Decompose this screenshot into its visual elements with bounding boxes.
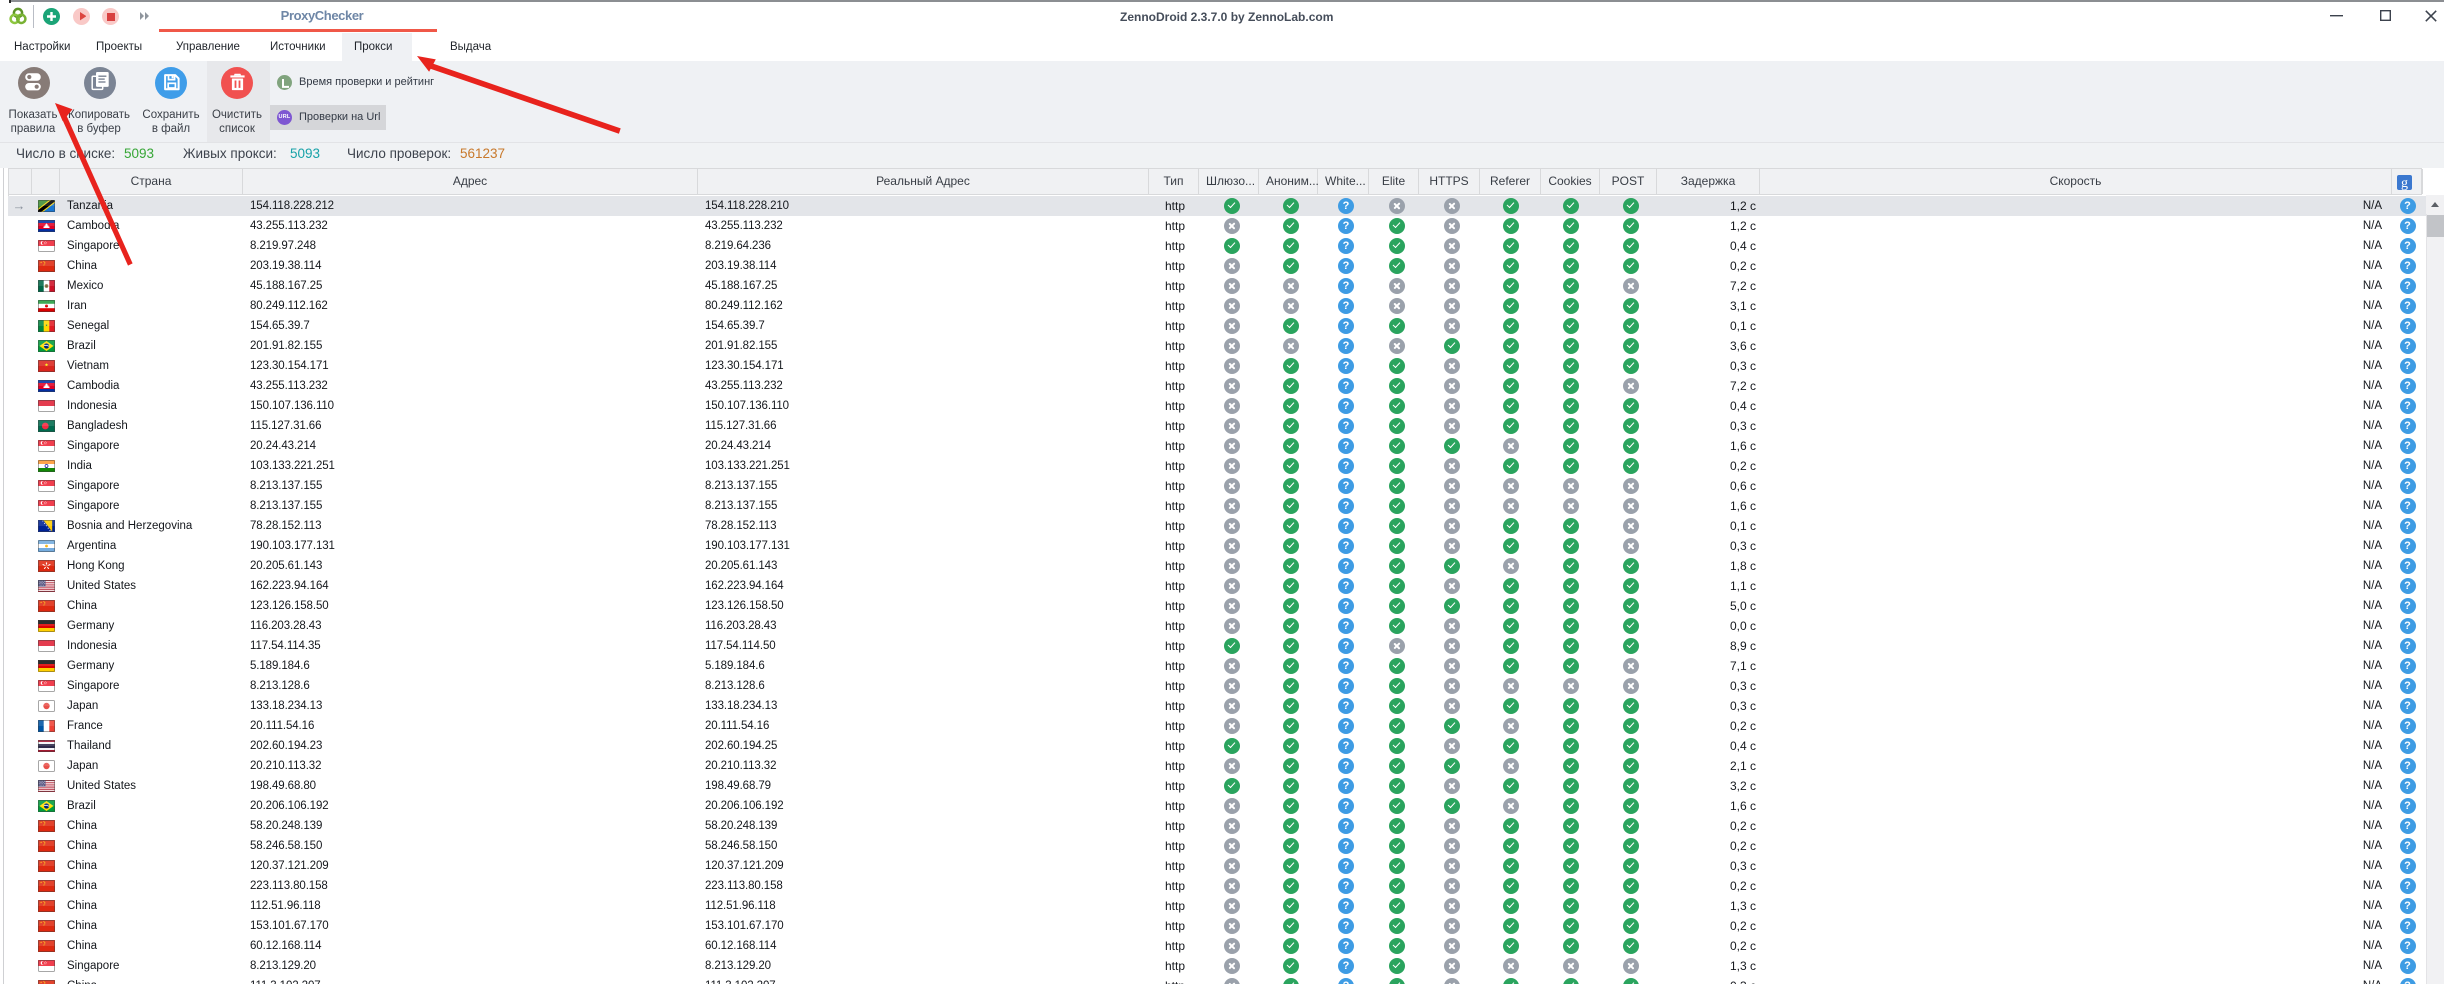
svg-text:g: g: [2401, 176, 2408, 190]
